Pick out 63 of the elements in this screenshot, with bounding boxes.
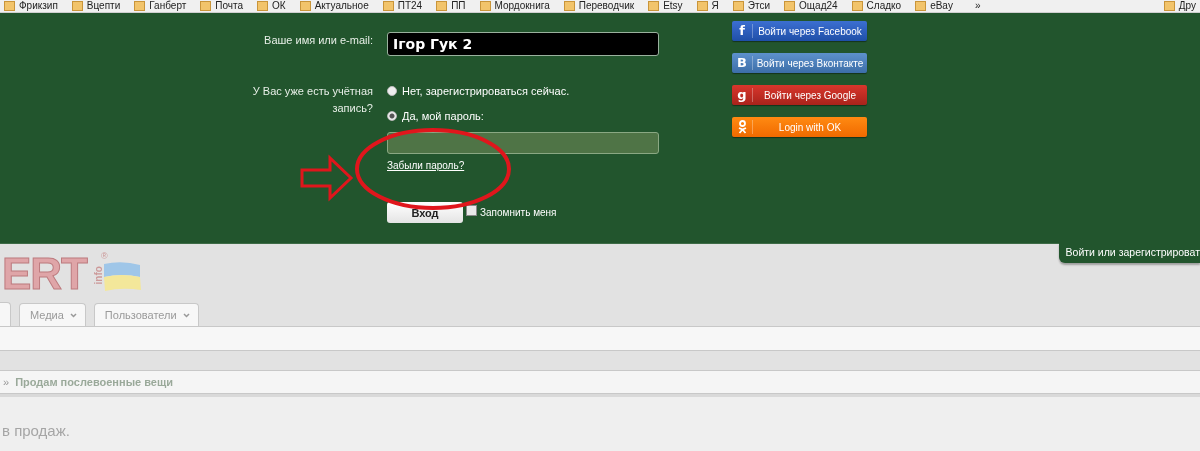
bookmark-link[interactable]: Фрикзип	[19, 0, 58, 12]
g-letter-icon: g	[737, 88, 747, 102]
bookmark-icon	[436, 1, 448, 11]
bookmark-link[interactable]: Сладко	[866, 0, 902, 12]
radio-label: Да, мой пароль:	[402, 109, 484, 122]
bookmark-link[interactable]: Почта	[215, 0, 244, 12]
social-login-button[interactable]: g Войти через Google	[732, 85, 867, 105]
bookmark-link[interactable]: ПП	[451, 0, 466, 12]
bookmark-icon	[299, 1, 311, 11]
bookmark-link[interactable]: Этси	[747, 0, 771, 12]
bookmark-icon	[696, 1, 708, 11]
logo-text: ERT	[2, 254, 87, 294]
registered-mark: ®	[101, 251, 108, 261]
logo-subtext: info	[92, 265, 104, 285]
b-letter-icon: B	[737, 56, 747, 70]
folder-icon	[1163, 1, 1175, 11]
bookmark-link[interactable]: Etsy	[663, 0, 683, 12]
bookmark-link[interactable]: ПТ24	[397, 0, 423, 12]
bookmark-icon	[648, 1, 660, 11]
bookmark-icon	[851, 1, 863, 11]
chevron-down-icon	[69, 312, 77, 318]
bookmark-link[interactable]: Я	[711, 0, 719, 12]
username-field[interactable]: Ігор Гук 2	[387, 32, 659, 56]
bookmark-icon	[134, 1, 146, 11]
remember-checkbox[interactable]	[466, 205, 477, 216]
arrow-annotation	[300, 156, 353, 200]
breadcrumb-separator: »	[3, 376, 10, 388]
bookmark-link[interactable]: Актуальное	[314, 0, 369, 12]
bookmark-icon	[732, 1, 744, 11]
bookmark-icon	[200, 1, 212, 11]
content-text: в продаж.	[2, 422, 70, 439]
bookmark-icon	[71, 1, 83, 11]
f-letter-icon: f	[739, 24, 745, 38]
username-label: Ваше имя или e-mail:	[263, 33, 373, 48]
radio-button[interactable]	[387, 110, 397, 121]
bookmark-link[interactable]: eBay	[930, 0, 953, 12]
password-field[interactable]	[387, 132, 659, 154]
bookmark-icon	[382, 1, 394, 11]
bookmark-link[interactable]: Переводчик	[578, 0, 635, 12]
more-bookmarks-button[interactable]: »	[974, 0, 981, 12]
social-login-button[interactable]: B Войти через Вконтакте	[732, 53, 867, 73]
bookmark-link[interactable]: ОК	[272, 0, 286, 12]
bookmark-icon	[563, 1, 575, 11]
flag-icon	[103, 262, 141, 292]
bookmark-link[interactable]: Ощад24	[799, 0, 838, 12]
bookmark-icon	[915, 1, 927, 11]
account-question-label: У Вас уже есть учётная запись?	[251, 84, 373, 116]
bookmark-icon	[257, 1, 269, 11]
person-icon	[737, 120, 747, 134]
bookmark-link[interactable]: Мордокнига	[494, 0, 550, 12]
forgot-password-link[interactable]: Забыли пароль?	[387, 160, 465, 171]
chevron-down-icon	[182, 312, 190, 318]
login-register-tab[interactable]: Войти или зарегистрироват	[1058, 243, 1200, 263]
bookmark-icon	[4, 1, 15, 11]
bookmark-folder[interactable]: Дру	[1178, 0, 1196, 12]
bookmark-link[interactable]: Ганберт	[149, 0, 187, 12]
bookmark-icon	[784, 1, 796, 11]
radio-label: Нет, зарегистрироваться сейчас.	[402, 84, 570, 97]
social-login-button[interactable]: f Войти через Facebook	[732, 21, 867, 41]
radio-button[interactable]	[387, 85, 397, 96]
bookmark-icon	[479, 1, 491, 11]
remember-label: Запомнить меня	[480, 207, 557, 218]
bookmark-link[interactable]: Вцепти	[86, 0, 121, 12]
